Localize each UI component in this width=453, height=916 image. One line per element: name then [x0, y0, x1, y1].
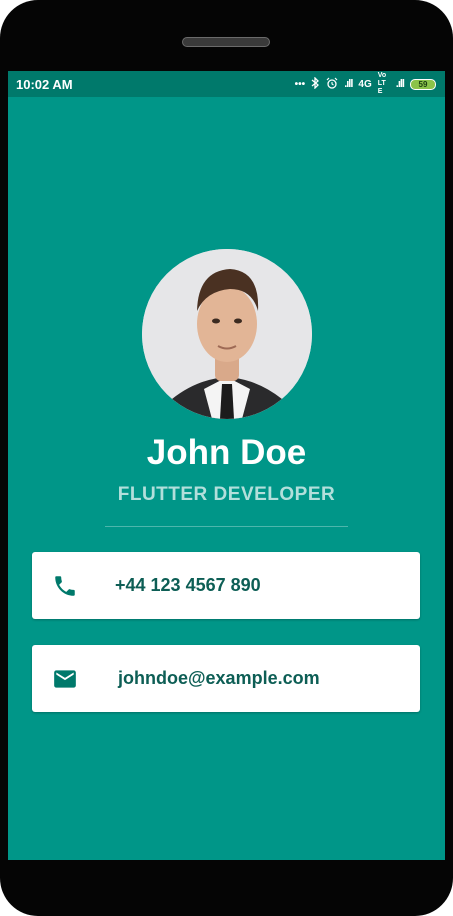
speaker-grille [182, 37, 270, 47]
app-screen: 10:02 AM ••• .ıll 4G VoLTE .ıll 59 John … [8, 71, 445, 860]
volte-icon: VoLTE [377, 72, 387, 95]
alarm-icon [326, 77, 338, 92]
divider [105, 526, 348, 527]
phone-card[interactable]: +44 123 4567 890 [32, 552, 420, 619]
profile-title: FLUTTER DEVELOPER [117, 484, 336, 505]
battery-level: 59 [418, 79, 428, 89]
phone-number: +44 123 4567 890 [115, 575, 261, 595]
signal-icon: .ıll [395, 78, 405, 90]
network-4g-icon: 4G [358, 78, 372, 90]
bluetooth-icon [311, 75, 320, 92]
phone-frame: 10:02 AM ••• .ıll 4G VoLTE .ıll 59 John … [0, 0, 453, 916]
battery-icon: 59 [410, 78, 436, 90]
profile-name: John Doe [146, 433, 307, 472]
status-time: 10:02 AM [16, 76, 73, 92]
status-bar: 10:02 AM ••• .ıll 4G VoLTE .ıll 59 [8, 71, 445, 97]
email-icon [52, 666, 78, 692]
more-dots-icon: ••• [294, 78, 306, 90]
email-address: johndoe@example.com [118, 668, 320, 688]
email-card[interactable]: johndoe@example.com [32, 645, 420, 712]
status-icons: ••• .ıll 4G VoLTE .ıll 59 [295, 72, 436, 96]
signal-icon: .ıll [344, 78, 353, 90]
phone-icon [52, 573, 78, 599]
avatar [142, 249, 312, 419]
